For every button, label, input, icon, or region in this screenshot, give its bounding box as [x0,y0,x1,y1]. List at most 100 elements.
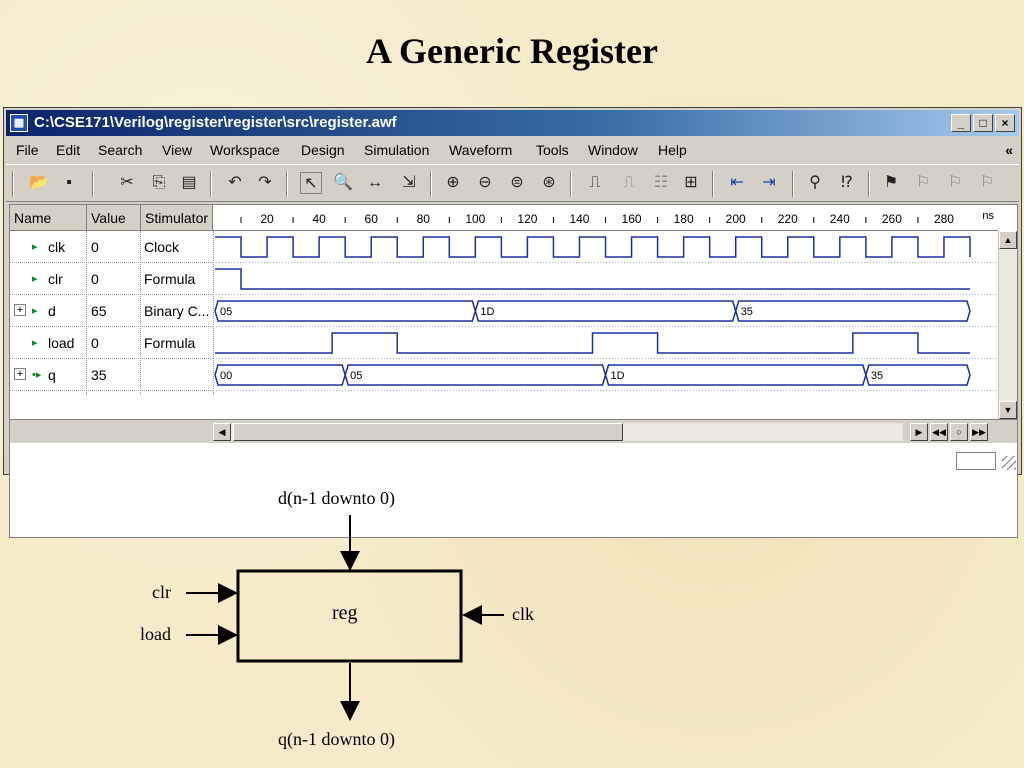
copy-icon[interactable]: ⎘ [148,172,170,194]
status-panel [956,452,996,470]
scroll-down-button[interactable]: ▼ [999,401,1017,419]
menu-bar: File Edit Search View Workspace Design S… [6,138,1019,162]
ruler-tick-label: 20 [260,212,274,226]
measure-icon[interactable]: ↔ [364,172,386,194]
zoom-out-icon[interactable]: ⊖ [474,172,496,194]
input-port-icon: ▸ [32,241,38,253]
menu-edit[interactable]: Edit [56,138,80,162]
nav-forward-button[interactable]: ▶ [910,423,928,441]
select-pointer-icon[interactable]: ↖ [300,172,322,194]
menu-file[interactable]: File [16,138,39,162]
d-bus-value-label: 1D [480,306,494,318]
q-bus-value-label: 05 [350,370,362,382]
zoom-fit-icon[interactable]: ⊜ [506,172,528,194]
ruler-tick-label: 140 [569,212,589,226]
toolbar-separator [430,171,432,197]
ruler-unit-label: ns [982,210,994,222]
ruler-tick-label: 120 [517,212,537,226]
waveform-canvas[interactable]: 05 1D 35 00 05 1D 35 [213,231,998,421]
signal-row-clk[interactable]: ▸ clk 0 Clock [10,231,213,263]
d-bus-segment [214,300,477,322]
signal-stimulator: Formula [144,271,196,287]
add-signal-icon[interactable]: ⎍ [584,172,606,194]
ruler-tick-label: 160 [622,212,642,226]
horizontal-scroll-thumb[interactable] [233,423,623,441]
run-icon[interactable]: ⇤ [726,172,748,194]
ruler-tick-label: 200 [726,212,746,226]
nav-first-button[interactable]: ◀◀ [930,423,948,441]
vertical-scrollbar[interactable]: ▲ ▼ [998,231,1017,421]
horizontal-scrollbar[interactable]: ◀ [213,423,903,441]
find-icon[interactable]: ⚲ [804,172,826,194]
signal-row-clr[interactable]: ▸ clr 0 Formula [10,263,213,295]
signal-stimulator: Binary C... [144,303,210,319]
scroll-left-button[interactable]: ◀ [213,423,231,441]
menu-help[interactable]: Help [658,138,687,162]
waveform-bottom-bar: ◀ ▶ ◀◀ ○ ▶▶ [10,419,1017,443]
column-header-value[interactable]: Value [87,205,141,231]
maximize-button[interactable]: □ [973,114,993,132]
save-icon[interactable]: ▪ [58,172,80,194]
toolbar-grip[interactable] [12,171,14,197]
close-button[interactable]: × [995,114,1015,132]
q-output-label: q(n-1 downto 0) [278,729,395,749]
clr-input-label: clr [152,582,171,602]
resize-grip-icon[interactable] [1002,456,1016,470]
nav-last-button[interactable]: ▶▶ [970,423,988,441]
minimize-button[interactable]: _ [951,114,971,132]
find-next-icon[interactable]: ⁉ [836,172,858,194]
app-icon[interactable]: ▦ [10,114,28,132]
step-icon[interactable]: ⇥ [758,172,780,194]
d-bus-value-label: 35 [741,306,753,318]
menu-search[interactable]: Search [98,138,142,162]
ruler-tick-label: 60 [365,212,379,226]
q-bus-segment [214,364,346,386]
menu-tools[interactable]: Tools [536,138,569,162]
toolbar-separator [712,171,714,197]
paste-icon[interactable]: ▤ [178,172,200,194]
zoom-range-icon[interactable]: ⊛ [538,172,560,194]
signal-name: d [48,303,56,319]
column-header-name[interactable]: Name [10,205,87,231]
menu-view[interactable]: View [162,138,192,162]
clock-icon[interactable]: ⎍ [618,172,640,194]
output-port-icon: •▸ [32,369,42,381]
scroll-up-button[interactable]: ▲ [999,231,1017,249]
undo-icon[interactable]: ↶ [224,172,246,194]
zoom-icon[interactable]: 🔍 [332,172,354,194]
window-titlebar[interactable]: ▦ C:\CSE171\Verilog\register\register\sr… [6,110,1019,136]
simulator-window: ▦ C:\CSE171\Verilog\register\register\sr… [3,107,1022,538]
menu-waveform[interactable]: Waveform [449,138,512,162]
signal-stimulator: Formula [144,335,196,351]
expand-toggle-icon[interactable]: + [14,368,26,380]
input-port-icon: ▸ [32,305,38,317]
stimulator-icon[interactable]: ⊞ [680,172,702,194]
toolbar-separator [92,171,94,197]
marker-icon[interactable]: ⚑ [880,172,902,194]
bus-icon[interactable]: ☷ [650,172,672,194]
select-region-icon[interactable]: ⇲ [398,172,420,194]
ruler-tick-label: 80 [417,212,431,226]
redo-icon[interactable]: ↷ [254,172,276,194]
open-folder-icon[interactable]: 📂 [28,172,50,194]
cut-icon[interactable]: ✂ [116,172,138,194]
menu-workspace[interactable]: Workspace [210,138,280,162]
toolbar-separator [210,171,212,197]
d-bus-segment [734,300,971,322]
menu-overflow-chevron-icon[interactable]: « [1005,138,1013,162]
menu-design[interactable]: Design [301,138,345,162]
menu-simulation[interactable]: Simulation [364,138,429,162]
marker-clear-icon[interactable]: ⚐ [976,172,998,194]
menu-window[interactable]: Window [588,138,638,162]
zoom-in-icon[interactable]: ⊕ [442,172,464,194]
column-header-stimulator[interactable]: Stimulator [141,205,213,231]
nav-center-button[interactable]: ○ [950,423,968,441]
d-bus-segment [474,300,737,322]
signal-row-q[interactable]: + •▸ q 35 [10,359,213,391]
time-ruler[interactable]: 20 40 60 80 100 120 140 160 180 200 220 240 260 280 ns [213,205,998,231]
expand-toggle-icon[interactable]: + [14,304,26,316]
signal-row-d[interactable]: + ▸ d 65 Binary C... [10,295,213,327]
marker-remove-icon[interactable]: ⚐ [944,172,966,194]
marker-add-icon[interactable]: ⚐ [912,172,934,194]
signal-row-load[interactable]: ▸ load 0 Formula [10,327,213,359]
